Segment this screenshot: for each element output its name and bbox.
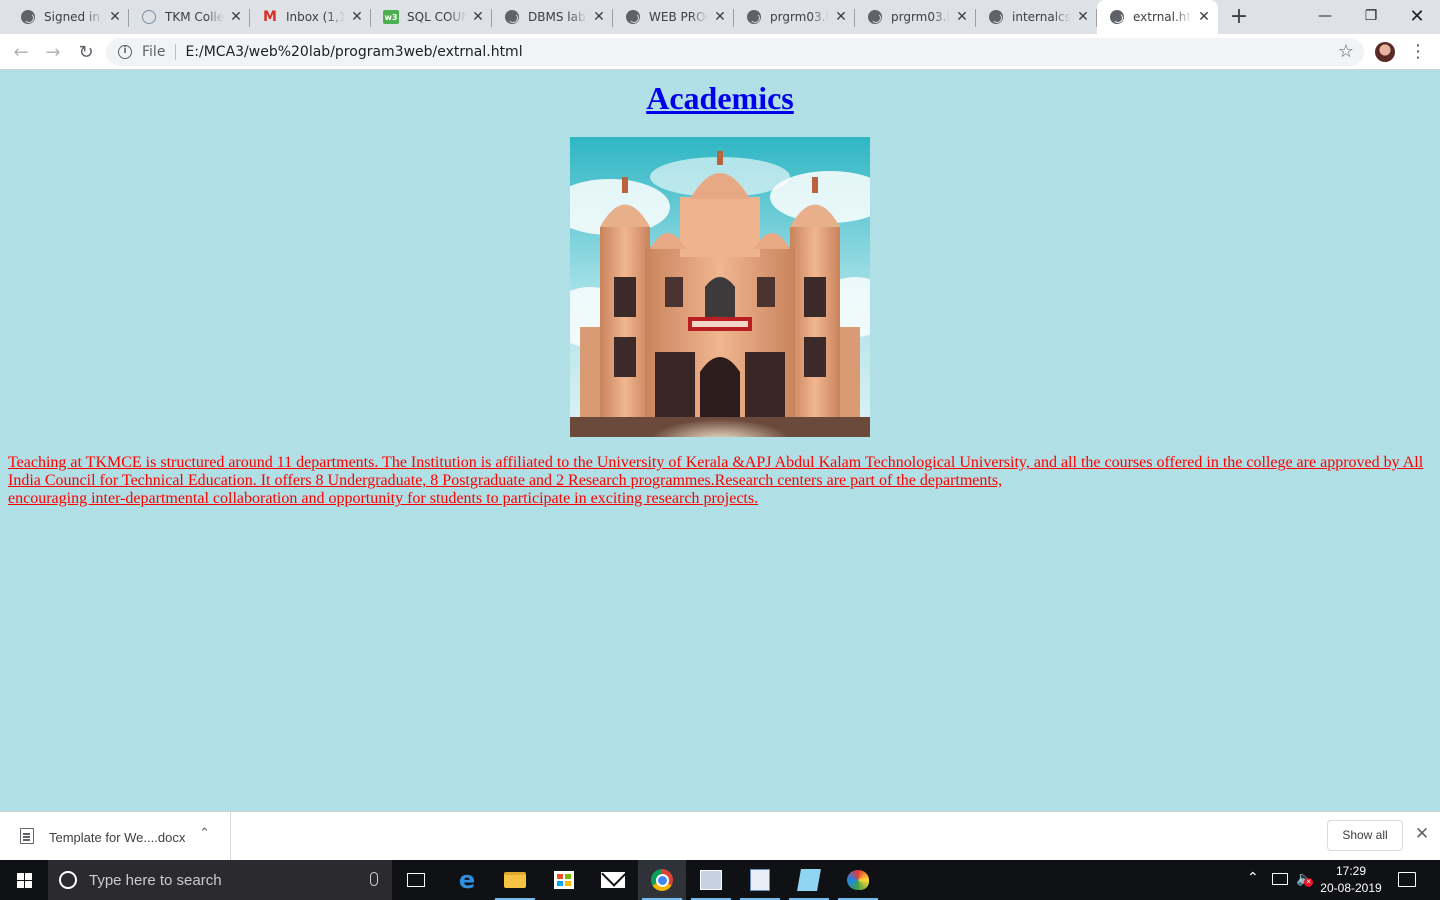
notepad-icon[interactable]: [785, 860, 833, 900]
url-text[interactable]: E:/MCA3/web%20lab/program3web/extrnal.ht…: [185, 44, 522, 60]
clock-date: 20-08-2019: [1320, 881, 1382, 895]
tab-title: prgrm03.ht: [891, 10, 950, 24]
college-building-image: [570, 137, 870, 437]
globe-icon: [504, 9, 520, 25]
search-placeholder: Type here to search: [89, 871, 222, 889]
network-icon[interactable]: [1272, 873, 1288, 885]
address-bar[interactable]: i File E:/MCA3/web%20lab/program3web/ext…: [106, 38, 1364, 66]
taskbar-clock[interactable]: 17:29 20-08-2019: [1318, 863, 1384, 897]
globe-icon: [746, 9, 762, 25]
reload-button[interactable]: ↻: [72, 38, 100, 66]
close-tab-icon[interactable]: ✕: [591, 9, 607, 25]
show-hidden-icons-chevron-icon[interactable]: ⌃: [1247, 870, 1259, 886]
close-tab-icon[interactable]: ✕: [1075, 9, 1091, 25]
start-button[interactable]: [0, 860, 48, 900]
download-item[interactable]: Template for We....docx ⌃: [0, 812, 231, 860]
windows-taskbar: Type here to search e ⌃ 🔈✕ 17:29 20-08-2…: [0, 860, 1440, 900]
tab-title: DBMS lab: [528, 10, 587, 24]
tab-title: Signed in as: [44, 10, 103, 24]
cortana-icon: [59, 871, 77, 889]
new-tab-button[interactable]: +: [1226, 5, 1252, 31]
document-viewer-icon[interactable]: [736, 860, 784, 900]
page-heading: Academics: [0, 79, 1440, 117]
tab-title: SQL COUNT: [407, 10, 466, 24]
action-center-icon[interactable]: [1398, 872, 1416, 887]
tab[interactable]: prgrm03.ht ✕: [855, 0, 976, 34]
scheme-label: File: [142, 44, 166, 60]
edge-icon[interactable]: e: [443, 860, 491, 900]
globe-icon: [867, 9, 883, 25]
bookmark-star-icon[interactable]: ☆: [1338, 41, 1354, 62]
globe-icon: [625, 9, 641, 25]
notes-app-icon[interactable]: [687, 860, 735, 900]
tab[interactable]: prgrm03.ht ✕: [734, 0, 855, 34]
tab[interactable]: M Inbox (1,18 ✕: [250, 0, 371, 34]
tab[interactable]: TKM College ✕: [129, 0, 250, 34]
clock-time: 17:29: [1335, 864, 1367, 878]
heading-link[interactable]: Academics: [646, 80, 794, 116]
tab[interactable]: w3 SQL COUNT ✕: [371, 0, 492, 34]
tab[interactable]: Signed in as ✕: [8, 0, 129, 34]
mail-icon[interactable]: [589, 860, 637, 900]
tab-title: prgrm03.ht: [770, 10, 829, 24]
restore-button[interactable]: ❐: [1348, 0, 1394, 32]
document-icon: [20, 828, 34, 844]
task-view-icon[interactable]: [392, 860, 440, 900]
tab[interactable]: DBMS lab ✕: [492, 0, 613, 34]
close-window-button[interactable]: ✕: [1394, 0, 1440, 32]
close-tab-icon[interactable]: ✕: [833, 9, 849, 25]
w3schools-icon: w3: [383, 9, 399, 25]
browser-toolbar: ← → ↻ i File E:/MCA3/web%20lab/program3w…: [0, 34, 1440, 70]
info-icon[interactable]: i: [118, 45, 132, 59]
download-file-name: Template for We....docx: [49, 830, 186, 845]
tab-title: TKM College: [165, 10, 224, 24]
store-icon[interactable]: [540, 860, 588, 900]
tab-title: internalcss: [1012, 10, 1071, 24]
tab-title: extrnal.html: [1133, 10, 1192, 24]
tab-title: WEB PROG: [649, 10, 708, 24]
file-explorer-icon[interactable]: [491, 860, 539, 900]
close-tab-icon[interactable]: ✕: [470, 9, 486, 25]
chevron-up-icon[interactable]: ⌃: [199, 826, 210, 841]
chrome-icon[interactable]: [638, 860, 686, 900]
minimize-button[interactable]: —: [1302, 0, 1348, 32]
tab-active[interactable]: extrnal.html ✕: [1097, 0, 1218, 34]
close-tab-icon[interactable]: ✕: [712, 9, 728, 25]
back-button[interactable]: ←: [7, 38, 35, 66]
taskbar-search[interactable]: Type here to search: [48, 860, 392, 900]
tab-title: Inbox (1,18: [286, 10, 345, 24]
tkm-logo-icon: [141, 9, 157, 25]
menu-icon[interactable]: ⋮: [1406, 41, 1430, 63]
web-page: Academics Teaching at TKMCE is structure…: [0, 71, 1440, 811]
close-tab-icon[interactable]: ✕: [228, 9, 244, 25]
profile-avatar[interactable]: [1375, 42, 1395, 62]
globe-icon: [1109, 9, 1125, 25]
paint-icon[interactable]: [834, 860, 882, 900]
tab-strip: Signed in as✕TKM College✕MInbox (1,18✕w3…: [0, 0, 1440, 34]
microphone-icon[interactable]: [370, 872, 378, 886]
show-all-button[interactable]: Show all: [1327, 820, 1403, 851]
globe-icon: [988, 9, 1004, 25]
gmail-icon: M: [263, 9, 277, 25]
close-tab-icon[interactable]: ✕: [107, 9, 123, 25]
close-tab-icon[interactable]: ✕: [349, 9, 365, 25]
tab[interactable]: internalcss ✕: [976, 0, 1097, 34]
windows-logo-icon: [16, 872, 32, 888]
close-tab-icon[interactable]: ✕: [954, 9, 970, 25]
description-line-1: Teaching at TKMCE is structured around 1…: [8, 454, 1424, 489]
close-tab-icon[interactable]: ✕: [1196, 9, 1212, 25]
description-line-2: encouraging inter-departmental collabora…: [8, 490, 759, 507]
download-shelf: Template for We....docx ⌃ Show all ✕: [0, 811, 1440, 860]
academics-description[interactable]: Teaching at TKMCE is structured around 1…: [8, 454, 1432, 508]
forward-button[interactable]: →: [39, 38, 67, 66]
volume-muted-icon[interactable]: 🔈✕: [1296, 871, 1313, 887]
close-icon[interactable]: ✕: [1412, 824, 1432, 844]
tab[interactable]: WEB PROG ✕: [613, 0, 734, 34]
globe-icon: [20, 9, 36, 25]
omnibox-divider: [175, 44, 177, 60]
